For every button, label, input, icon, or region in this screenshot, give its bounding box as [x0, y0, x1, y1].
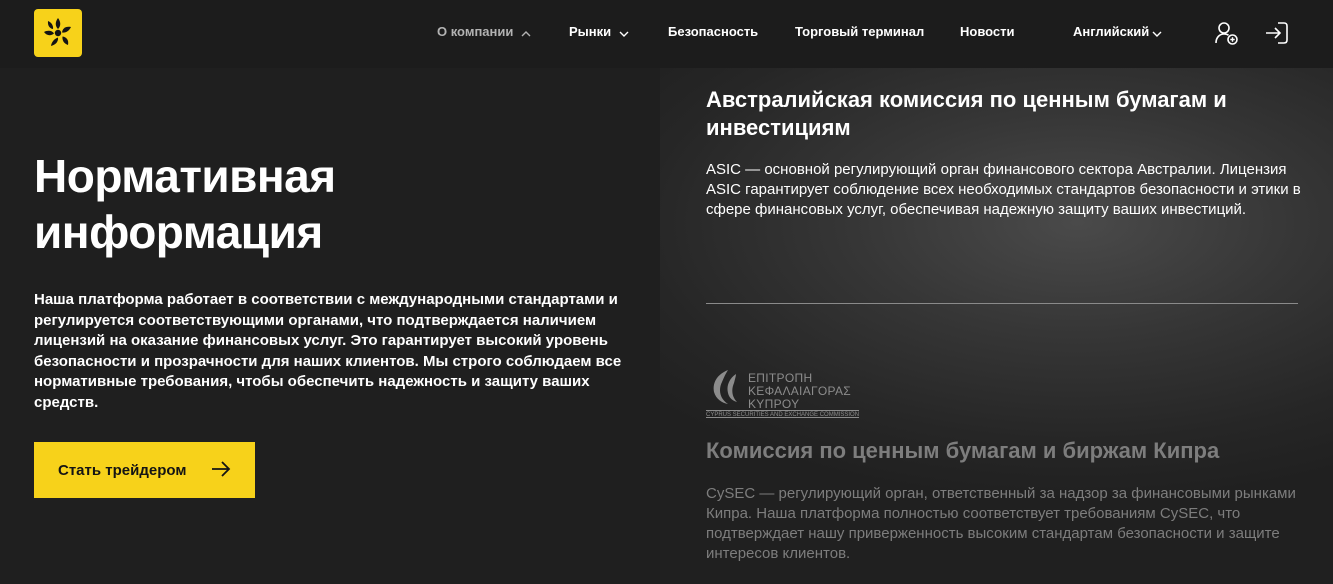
add-user-icon[interactable] [1214, 20, 1240, 51]
cysec-description: CySEC — регулирующий орган, ответственны… [706, 485, 1296, 562]
site-header: О компании Рынки Безопасность Торговый т… [0, 0, 1333, 68]
become-trader-button[interactable]: Стать трейдером [34, 442, 255, 498]
cysec-logo: ΕΠΙΤΡΟΠΗ ΚΕΦΑΛΑΙΑΓΟΡΑΣ ΚΥΠΡΟΥ CYPRUS SEC… [706, 368, 866, 420]
cysec-logo-line-3: ΚΥΠΡΟΥ [748, 397, 800, 411]
chevron-down-icon [1152, 25, 1162, 40]
nav-about[interactable]: О компании [437, 24, 531, 40]
page-title-line-2: информация [34, 206, 323, 258]
nav-security[interactable]: Безопасность [668, 24, 758, 39]
nav-markets-label: Рынки [569, 24, 612, 39]
page-title-line-1: Нормативная [34, 150, 336, 202]
cysec-logo-line-2: ΚΕΦΑΛΑΙΑΓΟΡΑΣ [748, 384, 851, 398]
nav-markets[interactable]: Рынки [569, 24, 629, 40]
asic-description: ASIC — основной регулирующий орган финан… [706, 161, 1301, 218]
cysec-emblem-icon [713, 370, 737, 404]
nav-about-label: О компании [437, 24, 514, 39]
chevron-down-icon [619, 25, 629, 40]
brand-logo[interactable] [34, 9, 82, 57]
cysec-title: Комиссия по ценным бумагам и биржам Кипр… [706, 438, 1220, 463]
chevron-up-icon [521, 25, 531, 40]
arrow-right-icon [211, 461, 231, 481]
asic-title: Австралийская комиссия по ценным бумагам… [706, 87, 1227, 140]
nav-trading-terminal[interactable]: Торговый терминал [795, 24, 924, 39]
cysec-logo-english: CYPRUS SECURITIES AND EXCHANGE COMMISSIO… [706, 410, 860, 418]
page-title: Нормативная информация [34, 148, 634, 260]
language-selector[interactable]: Английский [1073, 24, 1162, 40]
hero-description: Наша платформа работает в соответствии с… [34, 291, 622, 411]
nav-news[interactable]: Новости [960, 24, 1015, 39]
language-label: Английский [1073, 24, 1150, 39]
become-trader-label: Стать трейдером [58, 461, 187, 479]
cysec-logo-line-1: ΕΠΙΤΡΟΠΗ [748, 371, 813, 385]
brand-logo-icon [44, 18, 71, 46]
regulator-divider [706, 303, 1298, 304]
login-icon[interactable] [1264, 20, 1290, 51]
